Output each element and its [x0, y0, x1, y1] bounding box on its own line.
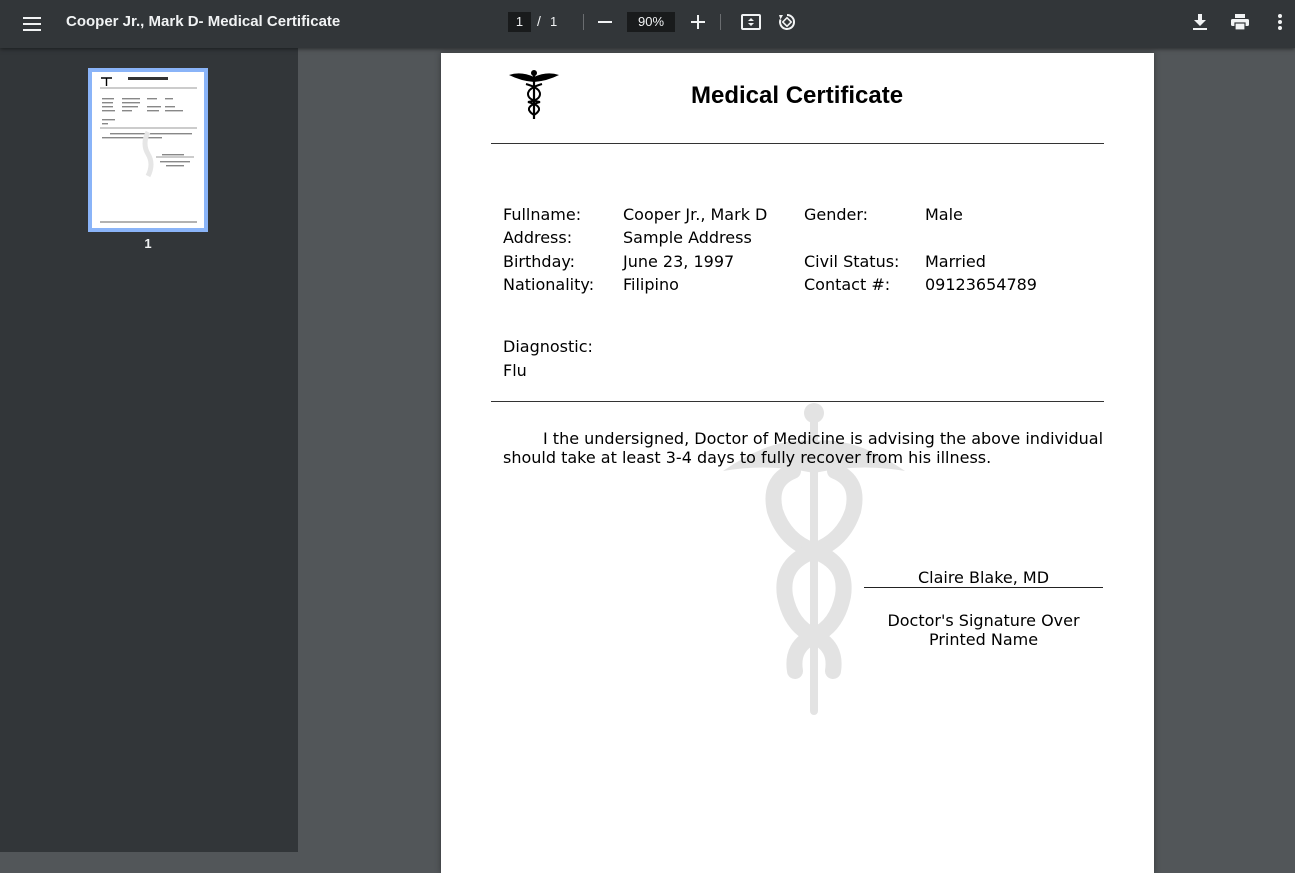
address-label: Address:: [503, 228, 573, 247]
gender-label: Gender:: [804, 205, 869, 224]
page-total: 1: [550, 14, 558, 29]
signature-caption-line-1: Doctor's Signature Over: [887, 611, 1080, 630]
more-vert-icon: [1278, 14, 1282, 30]
signature-caption-line-2: Printed Name: [928, 630, 1039, 649]
document-title: Cooper Jr., Mark D- Medical Certificate: [66, 13, 341, 30]
caduceus-icon: [509, 70, 559, 119]
doctor-name: Claire Blake, MD: [917, 568, 1050, 587]
menu-button[interactable]: [16, 8, 48, 40]
toolbar-divider: [720, 14, 721, 30]
birthday-label: Birthday:: [503, 252, 576, 271]
zoom-out-button[interactable]: [589, 6, 621, 38]
rotate-icon: [779, 13, 796, 30]
gender-value: Male: [925, 205, 963, 224]
thumbnail-sidebar: 1: [0, 48, 298, 852]
certificate-body: I the undersigned, Doctor of Medicine is…: [503, 429, 1104, 467]
nationality-value: Filipino: [623, 275, 679, 294]
zoom-in-button[interactable]: [682, 6, 714, 38]
contact-label: Contact #:: [804, 275, 891, 294]
thumbnail-page-number: 1: [144, 236, 152, 251]
civil-status-value: Married: [925, 252, 986, 271]
download-icon: [1193, 14, 1207, 30]
pdf-toolbar: Cooper Jr., Mark D- Medical Certificate …: [0, 0, 1295, 48]
header-divider: [491, 143, 1104, 144]
toolbar-divider: [583, 14, 584, 30]
plus-icon: [691, 15, 705, 29]
fit-page-icon: [741, 14, 761, 30]
signature-caption: Doctor's Signature Over Printed Name: [864, 611, 1103, 649]
signature-line: [864, 587, 1103, 588]
menu-icon: [23, 17, 41, 31]
page-number-input[interactable]: 1: [508, 12, 531, 32]
download-button[interactable]: [1184, 6, 1216, 38]
page-separator: /: [537, 13, 541, 29]
print-button[interactable]: [1224, 6, 1256, 38]
civil-status-label: Civil Status:: [804, 252, 900, 271]
birthday-value: June 23, 1997: [623, 252, 735, 271]
more-options-button[interactable]: [1264, 6, 1295, 38]
diagnostic-label: Diagnostic:: [503, 337, 593, 356]
diagnostic-value: Flu: [503, 361, 527, 380]
fullname-value: Cooper Jr., Mark D: [623, 205, 768, 224]
nationality-label: Nationality:: [503, 275, 595, 294]
zoom-input[interactable]: 90%: [627, 12, 675, 32]
pdf-page: Medical Certificate Fullname: Cooper Jr.…: [441, 53, 1154, 873]
certificate-title: Medical Certificate: [691, 82, 904, 109]
fullname-label: Fullname:: [503, 205, 582, 224]
fit-page-button[interactable]: [735, 6, 767, 38]
page-thumbnail[interactable]: [88, 68, 208, 232]
rotate-button[interactable]: [771, 6, 803, 38]
minus-icon: [598, 21, 612, 23]
contact-value: 09123654789: [925, 275, 1037, 294]
body-divider: [491, 401, 1104, 402]
thumbnail-preview: [92, 72, 204, 228]
address-value: Sample Address: [623, 228, 752, 247]
print-icon: [1231, 14, 1249, 30]
